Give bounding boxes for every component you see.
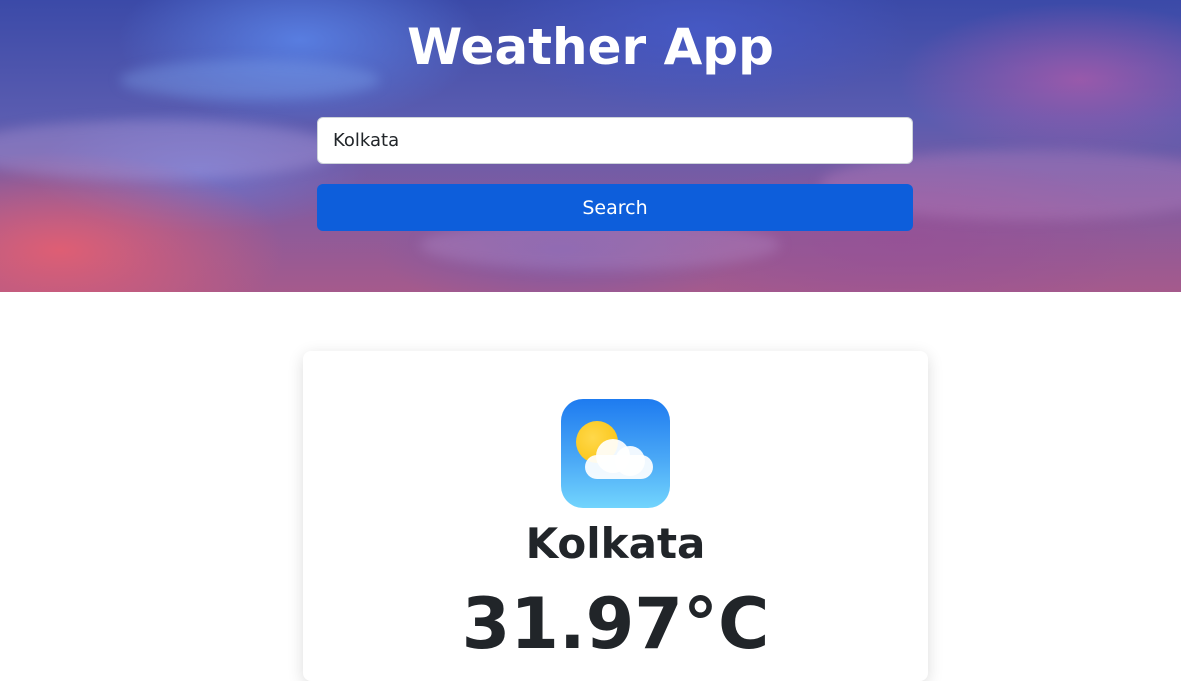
temperature-value: 31.97°C [461, 583, 770, 665]
search-button[interactable]: Search [317, 184, 913, 231]
cloud-shape [585, 432, 655, 480]
city-name: Kolkata [525, 519, 706, 568]
app-title: Weather App [407, 18, 774, 76]
weather-card: Kolkata 31.97°C [303, 351, 928, 681]
partly-cloudy-icon [561, 399, 670, 508]
city-search-input[interactable] [317, 117, 913, 164]
cloud-streak [0, 120, 340, 180]
